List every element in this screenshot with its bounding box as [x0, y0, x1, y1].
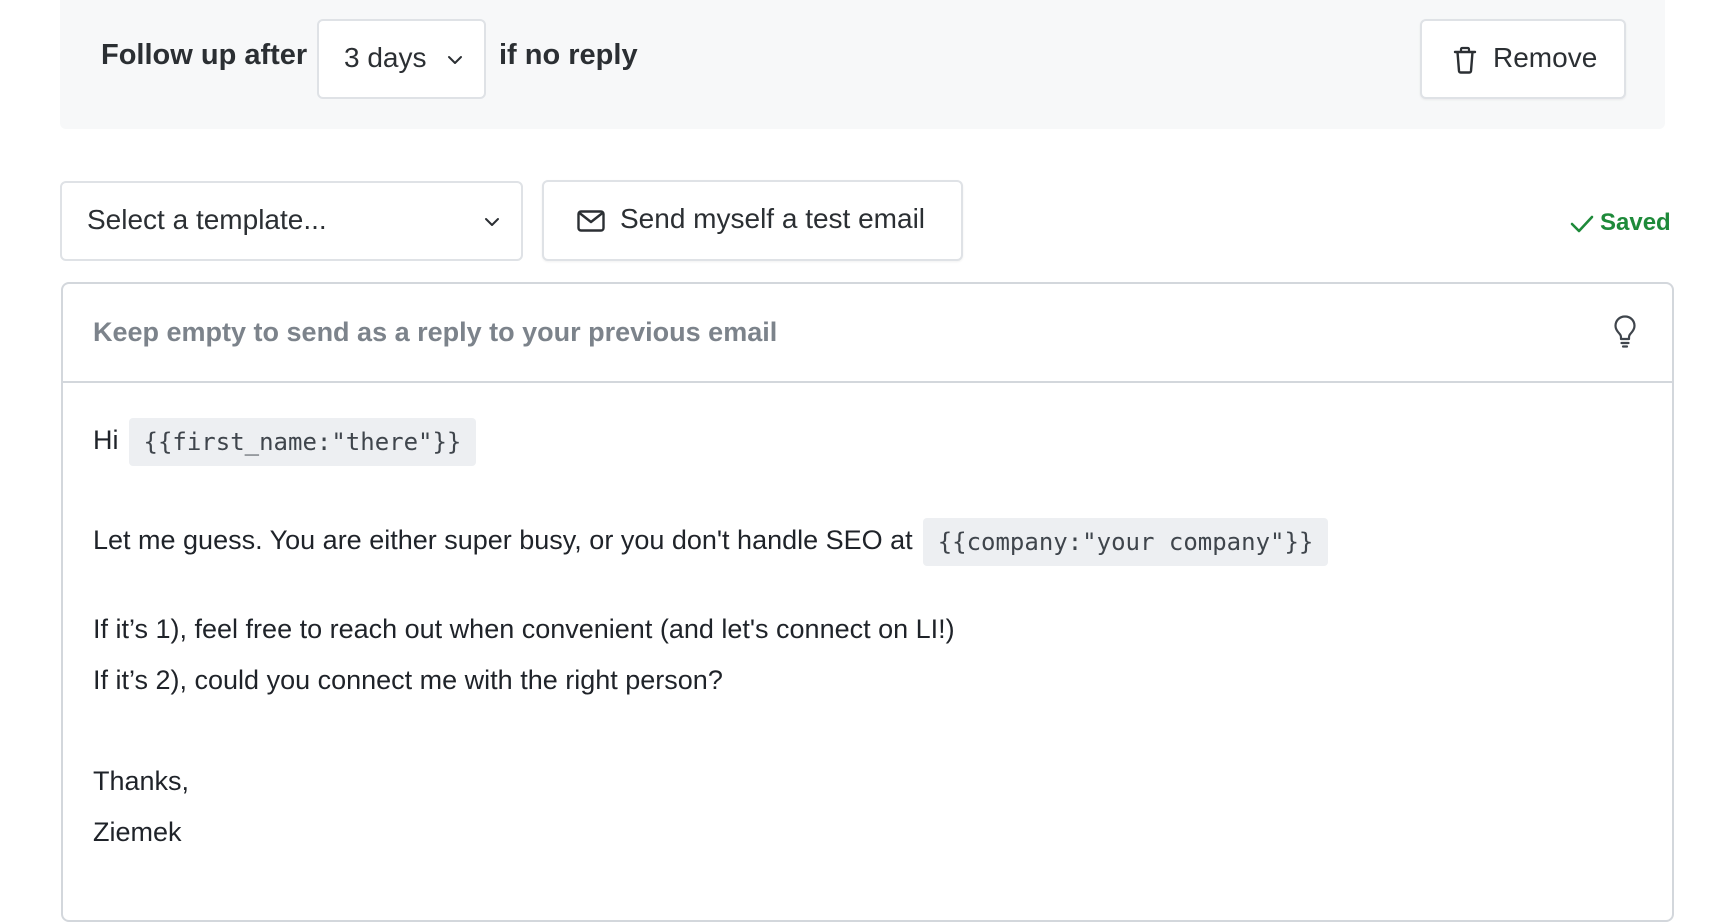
envelope-icon — [577, 210, 605, 232]
body-line-2-text: Let me guess. You are either super busy,… — [93, 525, 913, 556]
body-line-4: If it’s 2), could you connect me with th… — [93, 665, 723, 695]
subject-input[interactable] — [93, 308, 1543, 356]
template-select-placeholder: Select a template... — [87, 204, 327, 235]
followup-settings-bar: Follow up after 3 days if no reply Remov… — [60, 0, 1665, 129]
followup-label: Follow up after — [101, 39, 308, 71]
remove-button-label: Remove — [1493, 42, 1598, 73]
save-status-label: Saved — [1600, 209, 1671, 236]
template-select[interactable]: Select a template... — [60, 181, 523, 261]
send-test-email-button[interactable]: Send myself a test email — [542, 180, 963, 261]
body-sign-off: Thanks, — [93, 766, 190, 796]
trash-icon — [1453, 46, 1477, 74]
subject-row — [63, 284, 1672, 383]
variable-chip-company[interactable]: {{company:"your company"}} — [922, 518, 1329, 566]
lightbulb-icon[interactable] — [1612, 314, 1638, 348]
followup-suffix: if no reply — [499, 39, 638, 71]
variable-chip-first-name[interactable]: {{first_name:"there"}} — [128, 418, 477, 466]
greeting-text: Hi — [93, 425, 119, 456]
remove-followup-button[interactable]: Remove — [1420, 19, 1626, 99]
body-signature: Ziemek — [93, 817, 182, 847]
checkmark-icon — [1570, 215, 1594, 233]
followup-delay-value: 3 days — [344, 42, 427, 73]
body-line-3: If it’s 1), feel free to reach out when … — [93, 614, 955, 644]
send-test-email-label: Send myself a test email — [620, 203, 926, 234]
chevron-down-icon — [485, 218, 499, 226]
email-editor: Hi {{first_name:"there"}} Let me guess. Y… — [61, 282, 1674, 922]
body-line-2: Let me guess. You are either super busy,… — [93, 518, 1329, 566]
body-line-greeting: Hi {{first_name:"there"}} — [93, 418, 477, 466]
chevron-down-icon — [448, 56, 462, 64]
followup-delay-select[interactable]: 3 days — [317, 19, 486, 99]
